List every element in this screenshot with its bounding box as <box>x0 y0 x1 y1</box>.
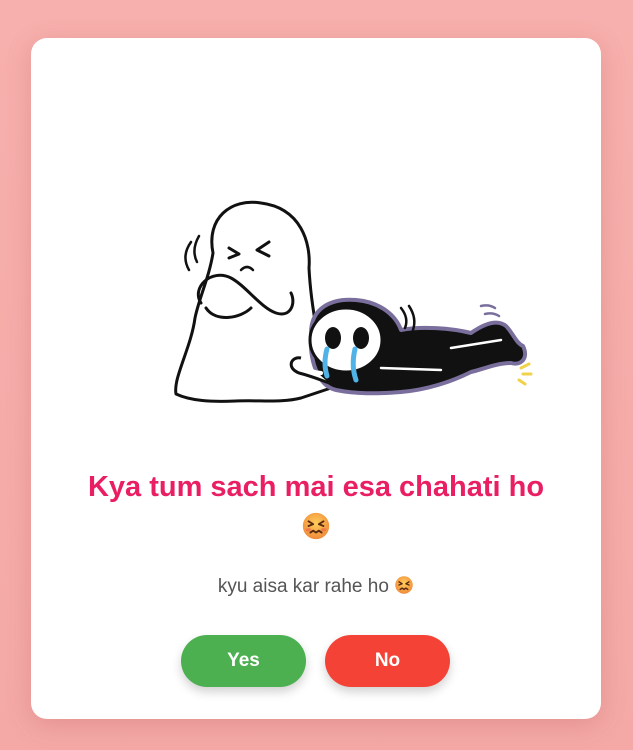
dialog-subtitle-text: kyu aisa kar rahe ho <box>217 576 389 597</box>
yes-button[interactable]: Yes <box>181 635 306 687</box>
dialog-title: Kya tum sach mai esa chahati ho <box>51 468 581 544</box>
confounded-face-icon <box>394 576 414 597</box>
dialog-title-text: Kya tum sach mai esa chahati ho <box>87 471 545 503</box>
crying-skeleton-ghost-illustration <box>174 200 533 403</box>
dialog-subtitle: kyu aisa kar rahe ho <box>51 575 581 598</box>
confounded-face-icon <box>301 506 331 544</box>
no-button[interactable]: No <box>325 635 450 687</box>
dialog-card: Kya tum sach mai esa chahati ho kyu aisa… <box>31 38 601 719</box>
